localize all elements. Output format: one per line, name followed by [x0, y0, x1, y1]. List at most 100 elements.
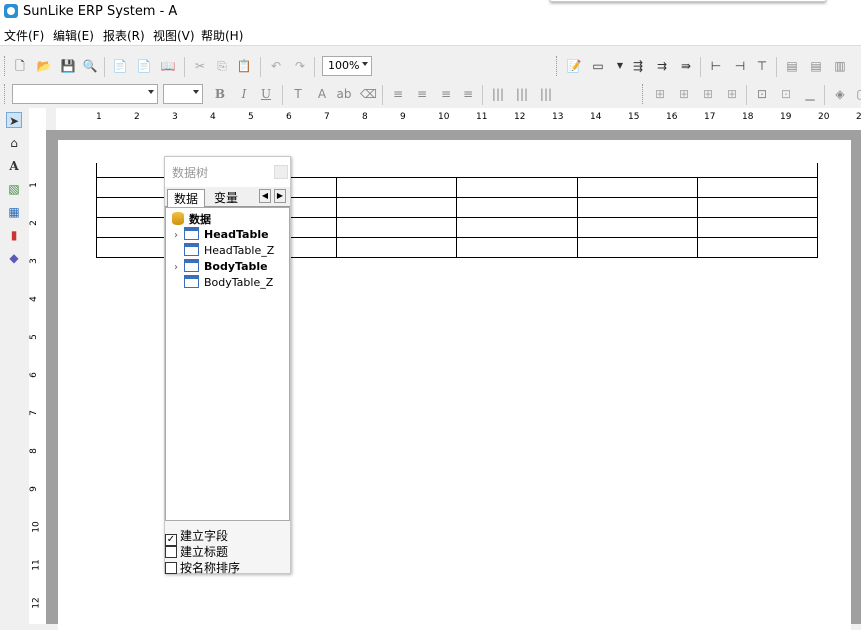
toolbar-grip[interactable]	[4, 56, 7, 76]
align-left-icon[interactable]: ≡	[390, 86, 406, 102]
menu-view[interactable]: 视图(V)	[153, 27, 195, 44]
new-report-icon[interactable]: 📄	[112, 58, 128, 74]
toolbar-grip[interactable]	[556, 56, 559, 76]
table-cell[interactable]	[456, 177, 578, 198]
font-color-icon[interactable]: A	[314, 86, 330, 102]
layout-tree-icon[interactable]: ⊢	[708, 58, 724, 74]
undo-icon[interactable]: ↶	[268, 58, 284, 74]
label-tool-icon[interactable]: ⌂	[6, 135, 22, 151]
image-tool-icon[interactable]: ▧	[6, 181, 22, 197]
pointer-icon[interactable]: ➤	[6, 112, 22, 128]
layout-branch-icon[interactable]: ⊤	[754, 58, 770, 74]
menu-file[interactable]: 文件(F)	[4, 27, 44, 44]
border-outer-icon[interactable]: ⊞	[676, 86, 692, 102]
section-body-icon[interactable]: ▤	[808, 58, 824, 74]
bold-button[interactable]: B	[212, 86, 228, 102]
cut-icon[interactable]: ✂	[192, 58, 208, 74]
border-none-icon[interactable]: ⊞	[724, 86, 740, 102]
subreport-tool-icon[interactable]: ◆	[6, 250, 22, 266]
table-cell[interactable]	[336, 237, 458, 258]
option-create-titles[interactable]: 建立标题	[165, 543, 228, 560]
table-cell[interactable]	[336, 177, 458, 198]
section-header-icon[interactable]: ▤	[784, 58, 800, 74]
table-cell[interactable]	[336, 217, 458, 238]
split-tree-icon[interactable]: ⇛	[678, 58, 694, 74]
checkbox-icon[interactable]	[165, 562, 177, 574]
zoom-select[interactable]: 100%	[322, 56, 372, 76]
underline-button[interactable]: U	[258, 86, 274, 102]
chevron-right-icon[interactable]: ›	[174, 262, 184, 273]
fill-color-icon[interactable]: ◈	[832, 86, 848, 102]
cell-border-icon[interactable]: ⊡	[754, 86, 770, 102]
cell-bottom-icon[interactable]: ▁	[802, 86, 818, 102]
table-cell[interactable]	[696, 237, 819, 258]
barcode-icon[interactable]: |||	[490, 86, 506, 102]
tab-variables[interactable]: 变量	[208, 189, 244, 206]
align-right-icon[interactable]: ≡	[438, 86, 454, 102]
tree-item-bodytable-z[interactable]: BodyTable_Z	[184, 275, 273, 289]
table-cell[interactable]	[696, 197, 819, 218]
edit-field-icon[interactable]: 📝	[566, 58, 582, 74]
more-icon[interactable]: ▢	[854, 86, 861, 102]
justify-icon[interactable]: ≡	[460, 86, 476, 102]
redo-icon[interactable]: ↷	[292, 58, 308, 74]
tree-item-headtable-z[interactable]: HeadTable_Z	[184, 243, 274, 257]
table-cell[interactable]	[576, 177, 698, 198]
new-file-icon[interactable]: 🗋	[12, 58, 28, 74]
tree-item-bodytable[interactable]: › BodyTable	[174, 259, 268, 273]
font-size-select[interactable]	[163, 84, 203, 104]
layout-group-icon[interactable]: ⊣	[732, 58, 748, 74]
clear-format-icon[interactable]: ⌫	[360, 86, 377, 102]
chevron-down-icon[interactable]: ▼	[612, 58, 628, 74]
toolbar-grip[interactable]	[642, 84, 645, 104]
close-icon[interactable]	[274, 165, 288, 179]
text-style-icon[interactable]: T	[290, 86, 306, 102]
section-footer-icon[interactable]: ▥	[832, 58, 848, 74]
option-sort-by-name[interactable]: 按名称排序	[165, 559, 240, 576]
paste-icon[interactable]: 📋	[236, 58, 252, 74]
panel-header[interactable]: 数据树	[165, 157, 290, 187]
barcode-icon[interactable]: |||	[538, 86, 554, 102]
tree-root[interactable]: 数据	[172, 211, 211, 227]
table-cell[interactable]	[456, 217, 578, 238]
delete-report-icon[interactable]: 📄	[136, 58, 152, 74]
table-cell[interactable]	[696, 177, 819, 198]
toolbar-grip[interactable]	[4, 84, 7, 104]
chevron-right-icon[interactable]: ›	[174, 230, 184, 241]
table-cell[interactable]	[456, 237, 578, 258]
table-cell[interactable]	[576, 237, 698, 258]
merge-tree-icon[interactable]: ⇉	[654, 58, 670, 74]
table-cell[interactable]	[696, 217, 819, 238]
cell-grid-icon[interactable]: ⊡	[778, 86, 794, 102]
tab-scroll-left-icon[interactable]: ◀	[259, 189, 271, 203]
font-name-select[interactable]	[12, 84, 158, 104]
copy-icon[interactable]: ⎘	[214, 58, 230, 74]
page-setup-icon[interactable]: 📖	[160, 58, 176, 74]
table-cell[interactable]	[576, 197, 698, 218]
border-all-icon[interactable]: ⊞	[652, 86, 668, 102]
table-cell[interactable]	[456, 197, 578, 218]
tab-data[interactable]: 数据	[167, 189, 206, 208]
menu-edit[interactable]: 编辑(E)	[53, 27, 94, 44]
chart-tool-icon[interactable]: ▮	[6, 227, 22, 243]
border-inner-icon[interactable]: ⊞	[700, 86, 716, 102]
menu-report[interactable]: 报表(R)	[103, 27, 145, 44]
barcode-tool-icon[interactable]: ▦	[6, 204, 22, 220]
text-tool-icon[interactable]: A	[6, 158, 22, 174]
menu-help[interactable]: 帮助(H)	[201, 27, 243, 44]
open-folder-icon[interactable]: 📂	[36, 58, 52, 74]
save-icon[interactable]: 💾	[60, 58, 76, 74]
highlight-icon[interactable]: ab	[336, 86, 352, 102]
align-center-icon[interactable]: ≡	[414, 86, 430, 102]
italic-button[interactable]: I	[236, 86, 252, 102]
table-cell[interactable]	[336, 197, 458, 218]
align-tree-icon[interactable]: ⇶	[630, 58, 646, 74]
print-preview-icon[interactable]: 🔍	[82, 58, 98, 74]
checkbox-icon[interactable]	[165, 546, 177, 558]
tree-item-headtable[interactable]: › HeadTable	[174, 227, 269, 241]
insert-band-icon[interactable]: ▭	[590, 58, 606, 74]
barcode-icon[interactable]: |||	[514, 86, 530, 102]
tab-scroll-right-icon[interactable]: ▶	[274, 189, 286, 203]
database-icon	[172, 212, 184, 225]
table-cell[interactable]	[576, 217, 698, 238]
